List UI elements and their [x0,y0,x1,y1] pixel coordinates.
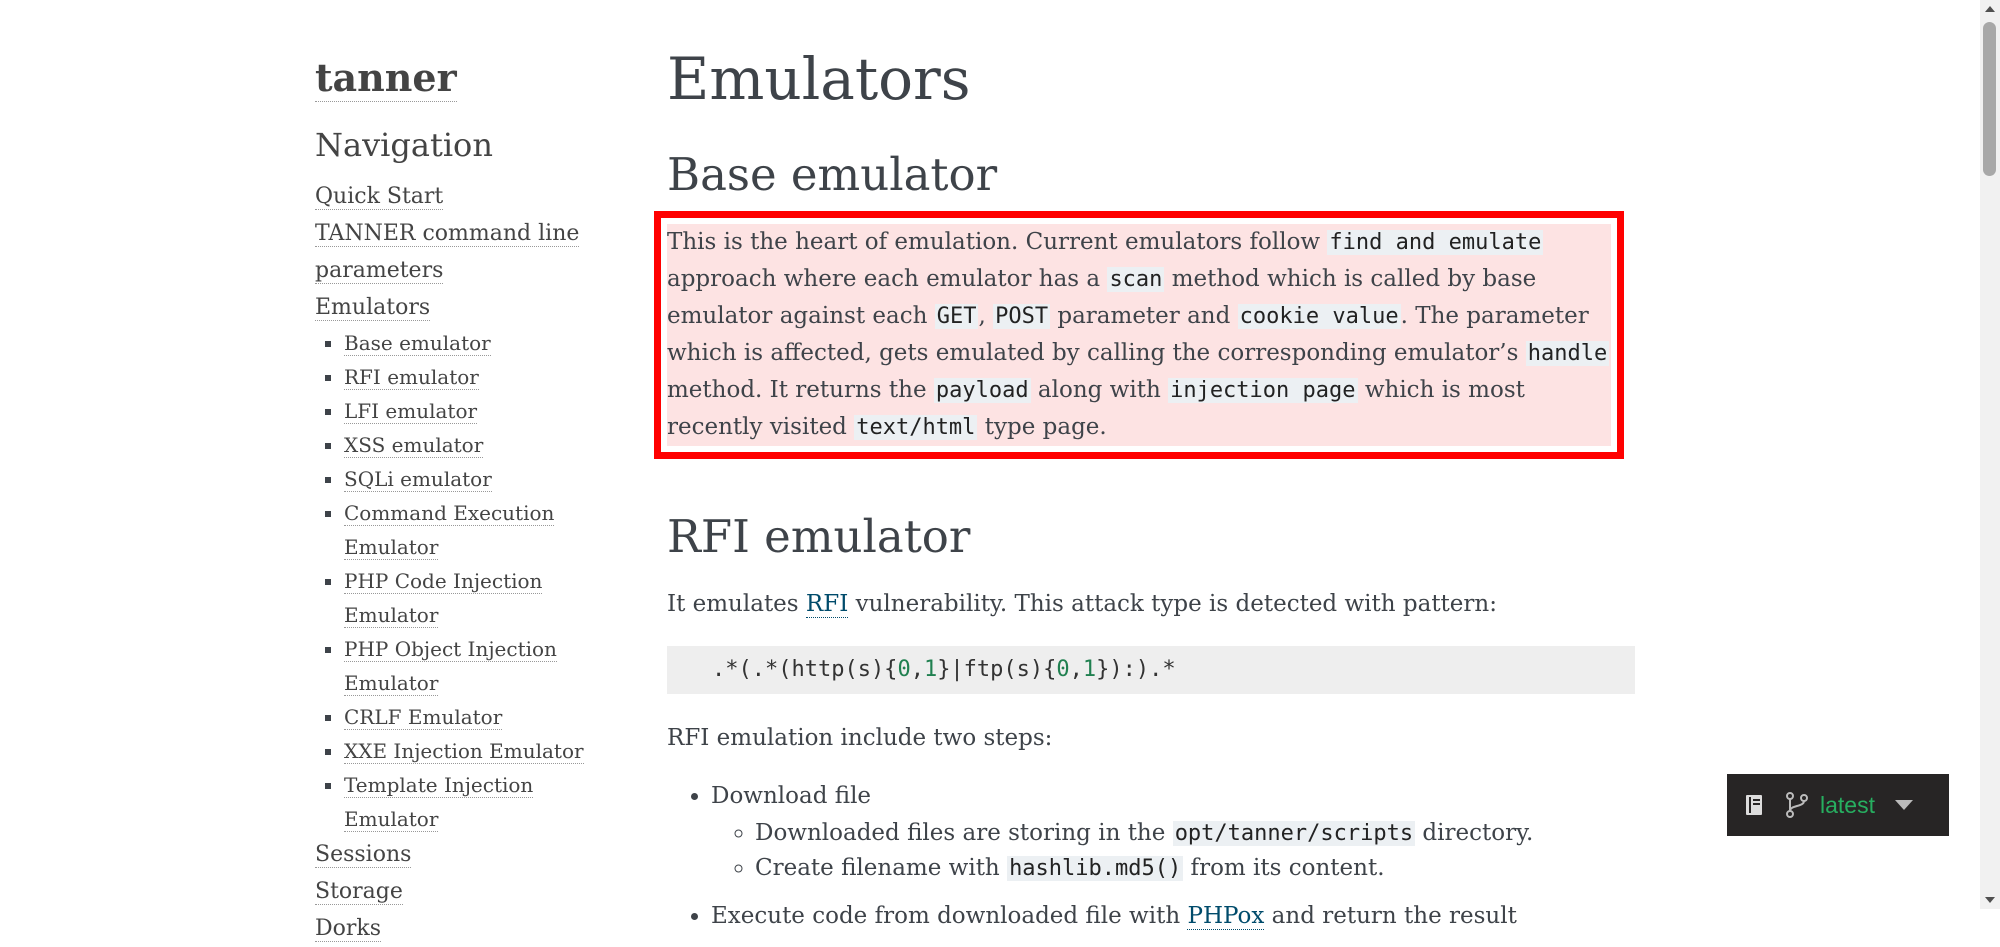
list-item: Execute code from downloaded file with P… [711,898,1635,934]
nav-storage[interactable]: Storage [315,878,403,905]
nav-crlf-emulator[interactable]: CRLF Emulator [344,704,503,730]
git-branch-icon [1786,792,1808,818]
inline-code: payload [933,378,1031,403]
version-label: latest [1820,791,1875,818]
emulators-subnav: Base emulator RFI emulator LFI emulator … [315,326,615,836]
page-title: Emulators [667,45,971,113]
nav-sqli-emulator[interactable]: SQLi emulator [344,466,492,492]
phpox-link[interactable]: PHPox [1187,903,1265,930]
nav-emulators[interactable]: Emulators [315,294,431,321]
inline-code: hashlib.md5() [1007,856,1184,881]
nav-command-execution-emulator[interactable]: Command Execution Emulator [344,500,555,560]
main-content: Emulators Base emulator This is the hear… [654,40,1635,946]
navigation-heading: Navigation [315,125,493,164]
chevron-down-icon [1894,800,1913,810]
nav-template-injection-emulator[interactable]: Template Injection Emulator [344,772,534,832]
inline-code: injection page [1168,378,1358,403]
rfi-intro: It emulates RFI vulnerability. This atta… [667,591,1497,618]
version-flyout[interactable]: latest [1727,774,1949,836]
base-emulator-description: This is the heart of emulation. Current … [667,229,1610,440]
rfi-link[interactable]: RFI [805,591,849,618]
highlighted-paragraph: This is the heart of emulation. Current … [654,211,1624,459]
rfi-steps-intro: RFI emulation include two steps: [667,725,1053,751]
inline-code: handle [1525,341,1610,366]
nav-php-code-injection-emulator[interactable]: PHP Code Injection Emulator [344,568,543,628]
rfi-steps-list: Download file Downloaded files are stori… [667,778,1635,934]
list-item: Downloaded files are storing in the opt/… [755,816,1635,851]
scrollbar-thumb[interactable] [1983,22,1996,176]
book-icon [1746,795,1762,815]
nav-command-line-parameters[interactable]: TANNER command line parameters [315,220,580,284]
nav-xss-emulator[interactable]: XSS emulator [344,432,484,458]
scroll-up-icon[interactable] [1985,6,1995,12]
nav-base-emulator[interactable]: Base emulator [344,330,491,356]
inline-code: POST [993,304,1051,329]
nav-sessions[interactable]: Sessions [315,841,412,868]
site-brand-link[interactable]: tanner [315,55,457,102]
list-item: Create filename with hashlib.md5() from … [755,851,1635,886]
scroll-down-icon[interactable] [1985,897,1995,903]
sidebar: tanner Navigation Quick Start TANNER com… [315,55,615,947]
nav-quick-start[interactable]: Quick Start [315,183,444,210]
inline-code: cookie value [1237,304,1401,329]
nav-rfi-emulator[interactable]: RFI emulator [344,364,479,390]
nav-xxe-injection-emulator[interactable]: XXE Injection Emulator [344,738,584,764]
inline-code: text/html [854,415,978,440]
inline-code: opt/tanner/scripts [1172,821,1416,846]
nav-dorks[interactable]: Dorks [315,915,382,942]
inline-code: scan [1107,267,1165,292]
rfi-pattern-codeblock: .*(.*(http(s){0,1}|ftp(s){0,1}):).* [667,646,1635,694]
page-scrollbar[interactable] [1980,0,2000,909]
list-item: Download file Downloaded files are stori… [711,778,1635,886]
inline-code: GET [934,304,979,329]
nav-lfi-emulator[interactable]: LFI emulator [344,398,478,424]
base-emulator-heading: Base emulator [667,148,998,201]
inline-code: find and emulate [1327,230,1544,255]
nav-php-object-injection-emulator[interactable]: PHP Object Injection Emulator [344,636,557,696]
rfi-emulator-heading: RFI emulator [667,510,971,563]
